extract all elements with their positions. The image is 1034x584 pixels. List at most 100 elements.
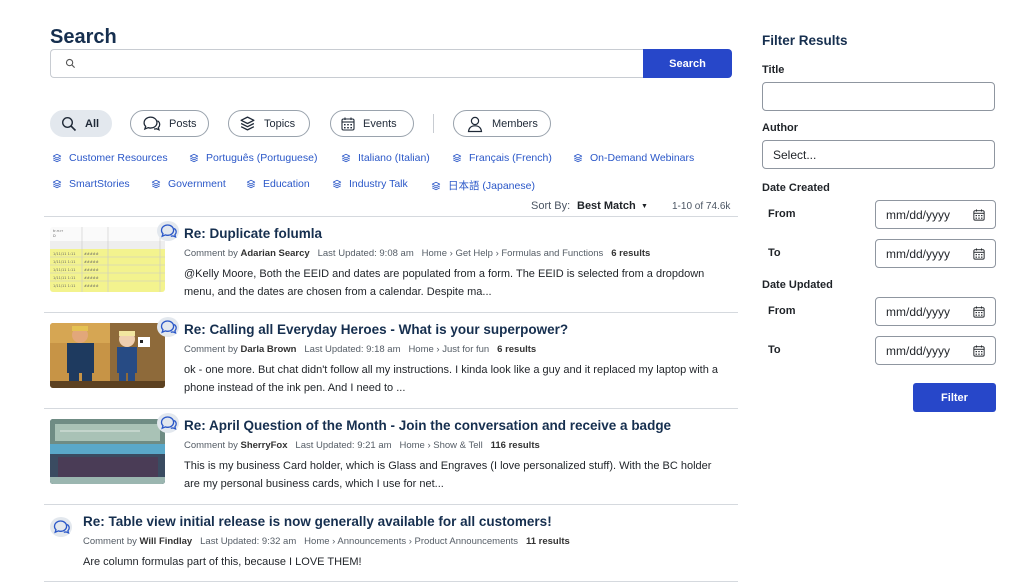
created-to-label: To (768, 247, 781, 259)
tab-label: Posts (169, 117, 197, 130)
stack-icon (52, 153, 62, 163)
calendar-icon (341, 117, 355, 131)
category-link[interactable]: SmartStories (52, 178, 130, 190)
svg-text:1/11/11 1:11: 1/11/11 1:11 (53, 284, 75, 288)
result-title[interactable]: Re: Calling all Everyday Heroes - What i… (184, 322, 568, 337)
title-input[interactable] (762, 82, 995, 111)
result-breadcrumb[interactable]: Home › Announcements › Product Announcem… (304, 536, 518, 547)
result-updated: Last Updated: 9:32 am (200, 536, 297, 547)
stack-icon (332, 179, 342, 189)
stack-icon (431, 181, 441, 191)
category-link[interactable]: Italiano (Italian) (341, 152, 430, 164)
tab-topics[interactable]: Topics (228, 110, 310, 137)
search-button[interactable]: Search (643, 49, 732, 78)
category-link[interactable]: On-Demand Webinars (573, 152, 694, 164)
filter-title: Filter Results (762, 33, 848, 48)
category-link[interactable]: Industry Talk (332, 178, 408, 190)
result-updated: Last Updated: 9:18 am (304, 344, 401, 355)
result-author[interactable]: Adarian Searcy (241, 248, 310, 259)
stack-icon (189, 153, 199, 163)
result-excerpt: ok - one more. But chat didn't follow al… (184, 364, 719, 394)
result-count-badge[interactable]: 116 results (491, 440, 540, 451)
comment-icon (157, 317, 179, 337)
tab-label: All (85, 117, 100, 130)
result-count: 1-10 of 74.6k (672, 201, 731, 212)
result-count-badge[interactable]: 6 results (611, 248, 650, 259)
result-author[interactable]: Darla Brown (241, 344, 297, 355)
result-breadcrumb[interactable]: Home › Get Help › Formulas and Functions (422, 248, 604, 259)
created-to-input[interactable]: mm/dd/yyyy (875, 239, 996, 268)
category-link[interactable]: Education (246, 178, 310, 190)
result-item: Re: April Question of the Month - Join t… (44, 408, 738, 504)
comment-icon (157, 221, 179, 241)
result-author[interactable]: Will Findlay (140, 536, 193, 547)
result-thumbnail[interactable]: tr.rr.rr D 1/11/11 1:11 ##### 1/11/11 1:11… (50, 227, 165, 292)
filter-button[interactable]: Filter (913, 383, 996, 412)
result-breadcrumb[interactable]: Home › Just for fun (408, 344, 489, 355)
updated-to-input[interactable]: mm/dd/yyyy (875, 336, 996, 365)
category-link[interactable]: Customer Resources (52, 152, 168, 164)
calendar-icon[interactable] (973, 248, 985, 260)
stack-icon (341, 153, 351, 163)
result-item: tr.rr.rr D 1/11/11 1:11 ##### 1/11/11 1:11… (44, 216, 738, 312)
svg-text:#####: ##### (84, 276, 99, 280)
result-meta: Comment by SherryFox Last Updated: 9:21 … (184, 440, 540, 451)
tab-posts[interactable]: Posts (130, 110, 209, 137)
result-item: Re: Table view initial release is now ge… (44, 504, 738, 582)
category-link[interactable]: Português (Portuguese) (189, 152, 317, 164)
tab-label: Topics (264, 117, 296, 130)
result-count-badge[interactable]: 6 results (497, 344, 536, 355)
category-link[interactable]: Government (151, 178, 226, 190)
tab-all[interactable]: All (50, 110, 112, 137)
calendar-icon[interactable] (973, 306, 985, 318)
result-author[interactable]: SherryFox (241, 440, 288, 451)
tab-events[interactable]: Events (330, 110, 414, 137)
tab-members[interactable]: Members (453, 110, 551, 137)
svg-text:#####: ##### (84, 252, 99, 256)
stack-icon (573, 153, 583, 163)
search-input[interactable] (84, 50, 643, 77)
page-title: Search (50, 26, 117, 48)
author-select[interactable]: Select... (762, 140, 995, 169)
result-updated: Last Updated: 9:21 am (295, 440, 392, 451)
svg-text:1/11/11 1:11: 1/11/11 1:11 (53, 252, 75, 256)
title-label: Title (762, 64, 785, 76)
result-item: Re: Calling all Everyday Heroes - What i… (44, 312, 738, 408)
result-thumbnail[interactable] (50, 323, 165, 388)
result-thumbnail[interactable] (50, 419, 165, 484)
sort-label: Sort By: (531, 200, 571, 212)
stack-icon (452, 153, 462, 163)
result-meta: Comment by Adarian Searcy Last Updated: … (184, 248, 651, 259)
comment-icon (50, 517, 72, 537)
calendar-icon[interactable] (973, 209, 985, 221)
author-label: Author (762, 122, 799, 134)
result-excerpt: Are column formulas part of this, becaus… (83, 556, 362, 568)
stack-icon (151, 179, 161, 189)
tab-label: Events (363, 117, 397, 130)
result-breadcrumb[interactable]: Home › Show & Tell (399, 440, 482, 451)
result-updated: Last Updated: 9:08 am (317, 248, 414, 259)
result-excerpt: @Kelly Moore, Both the EEID and dates ar… (184, 268, 705, 298)
created-from-input[interactable]: mm/dd/yyyy (875, 200, 996, 229)
category-link[interactable]: 日本語 (Japanese) (431, 178, 535, 193)
created-from-label: From (768, 208, 796, 220)
result-count-badge[interactable]: 11 results (526, 536, 570, 547)
svg-text:1/11/11 1:11: 1/11/11 1:11 (53, 276, 75, 280)
chat-bubbles-icon (141, 115, 161, 132)
updated-to-label: To (768, 344, 781, 356)
tab-label: Members (492, 117, 538, 130)
calendar-icon[interactable] (973, 345, 985, 357)
result-excerpt: This is my business Card holder, which i… (184, 460, 712, 490)
result-title[interactable]: Re: April Question of the Month - Join t… (184, 418, 671, 433)
tab-divider (433, 114, 434, 133)
svg-text:#####: ##### (84, 284, 99, 288)
comment-icon (157, 413, 179, 433)
sort-dropdown[interactable]: Best Match (577, 200, 636, 212)
caret-down-icon[interactable]: ▼ (641, 203, 648, 210)
result-title[interactable]: Re: Duplicate folumla (184, 226, 322, 241)
result-title[interactable]: Re: Table view initial release is now ge… (83, 514, 552, 529)
search-field[interactable] (50, 49, 643, 78)
updated-from-input[interactable]: mm/dd/yyyy (875, 297, 996, 326)
updated-from-label: From (768, 305, 796, 317)
category-link[interactable]: Français (French) (452, 152, 552, 164)
